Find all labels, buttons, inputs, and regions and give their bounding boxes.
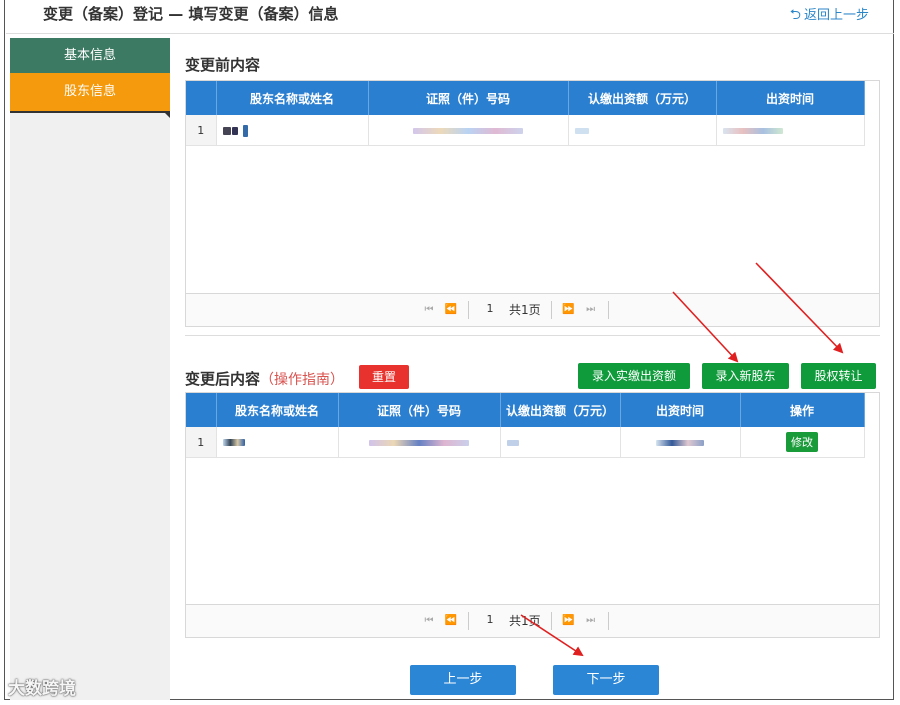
- redacted-cell: [216, 427, 339, 458]
- pager-divider: [607, 612, 609, 630]
- sidebar: 基本信息 股东信息: [10, 38, 170, 700]
- sidebar-item-shareholder-info[interactable]: 股东信息: [10, 73, 170, 118]
- first-page-icon[interactable]: ⏮: [418, 605, 440, 637]
- undo-arrow-icon: ⮌: [789, 7, 801, 23]
- before-section-title: 变更前内容: [185, 56, 261, 74]
- reset-button[interactable]: 重置: [359, 365, 409, 389]
- last-page-icon[interactable]: ⏭: [580, 294, 602, 326]
- column-header[interactable]: 认缴出资额（万元）: [568, 81, 717, 115]
- pager-divider: [468, 612, 469, 630]
- redacted-cell: [716, 115, 865, 146]
- title-divider: [6, 33, 894, 34]
- column-header[interactable]: 证照（件）号码: [338, 393, 501, 427]
- column-header[interactable]: 股东名称或姓名: [216, 81, 369, 115]
- next-page-icon[interactable]: ⏩: [558, 294, 580, 326]
- column-header[interactable]: 操作: [740, 393, 865, 427]
- redacted-cell: [500, 427, 621, 458]
- page-total-label: 共1页: [509, 614, 541, 628]
- row-number-header: [186, 393, 217, 427]
- row-number-header: [186, 81, 217, 115]
- sidebar-active-underline: [10, 111, 170, 113]
- next-page-icon[interactable]: ⏩: [558, 605, 580, 637]
- last-page-icon[interactable]: ⏭: [580, 605, 602, 637]
- before-table: 股东名称或姓名 证照（件）号码 认缴出资额（万元） 出资时间 1 ⏮ ⏪ 1 共…: [185, 80, 880, 327]
- pager-divider: [550, 301, 552, 319]
- action-cell: 修改: [740, 427, 865, 458]
- after-title-text: 变更后内容: [185, 370, 261, 388]
- redacted-cell: [216, 115, 369, 146]
- table-header-row: 股东名称或姓名 证照（件）号码 认缴出资额（万元） 出资时间 操作: [186, 393, 865, 427]
- first-page-icon[interactable]: ⏮: [418, 294, 440, 326]
- page-number-input[interactable]: 1: [475, 612, 505, 628]
- pager-divider: [607, 301, 609, 319]
- section-divider: [185, 335, 880, 336]
- page-number-input[interactable]: 1: [475, 301, 505, 317]
- after-table: 股东名称或姓名 证照（件）号码 认缴出资额（万元） 出资时间 操作 1 修改 ⏮…: [185, 392, 880, 638]
- equity-transfer-button[interactable]: 股权转让: [801, 363, 876, 389]
- table-header-row: 股东名称或姓名 证照（件）号码 认缴出资额（万元） 出资时间: [186, 81, 865, 115]
- after-pager: ⏮ ⏪ 1 共1页 ⏩ ⏭: [186, 604, 879, 637]
- prev-page-icon[interactable]: ⏪: [440, 605, 462, 637]
- column-header[interactable]: 证照（件）号码: [368, 81, 569, 115]
- prev-step-button[interactable]: 上一步: [410, 665, 516, 695]
- back-link-label: 返回上一步: [803, 8, 869, 23]
- column-header[interactable]: 出资时间: [620, 393, 741, 427]
- before-pager: ⏮ ⏪ 1 共1页 ⏩ ⏭: [186, 293, 879, 326]
- add-new-shareholder-button[interactable]: 录入新股东: [702, 363, 789, 389]
- enter-paid-capital-button[interactable]: 录入实缴出资额: [578, 363, 690, 389]
- redacted-cell: [338, 427, 501, 458]
- prev-page-icon[interactable]: ⏪: [440, 294, 462, 326]
- column-header[interactable]: 认缴出资额（万元）: [500, 393, 621, 427]
- row-number: 1: [186, 427, 217, 458]
- page-total-label: 共1页: [509, 303, 541, 317]
- table-row[interactable]: 1: [186, 115, 865, 146]
- sidebar-item-basic-info[interactable]: 基本信息: [10, 38, 170, 73]
- redacted-cell: [620, 427, 741, 458]
- redacted-cell: [368, 115, 569, 146]
- redacted-cell: [568, 115, 717, 146]
- back-link[interactable]: ⮌ 返回上一步: [790, 4, 869, 28]
- operation-guide-link[interactable]: （操作指南）: [260, 372, 344, 388]
- pager-divider: [468, 301, 469, 319]
- row-number: 1: [186, 115, 217, 146]
- table-row[interactable]: 1 修改: [186, 427, 865, 458]
- column-header[interactable]: 股东名称或姓名: [216, 393, 339, 427]
- next-step-button[interactable]: 下一步: [553, 665, 659, 695]
- column-header[interactable]: 出资时间: [716, 81, 865, 115]
- edit-button[interactable]: 修改: [786, 432, 818, 452]
- page-title: 变更（备案）登记 — 填写变更（备案）信息: [43, 5, 339, 23]
- pager-divider: [550, 612, 552, 630]
- watermark-logo: 大数跨境: [8, 679, 76, 699]
- after-section-title: 变更后内容（操作指南）: [185, 368, 344, 389]
